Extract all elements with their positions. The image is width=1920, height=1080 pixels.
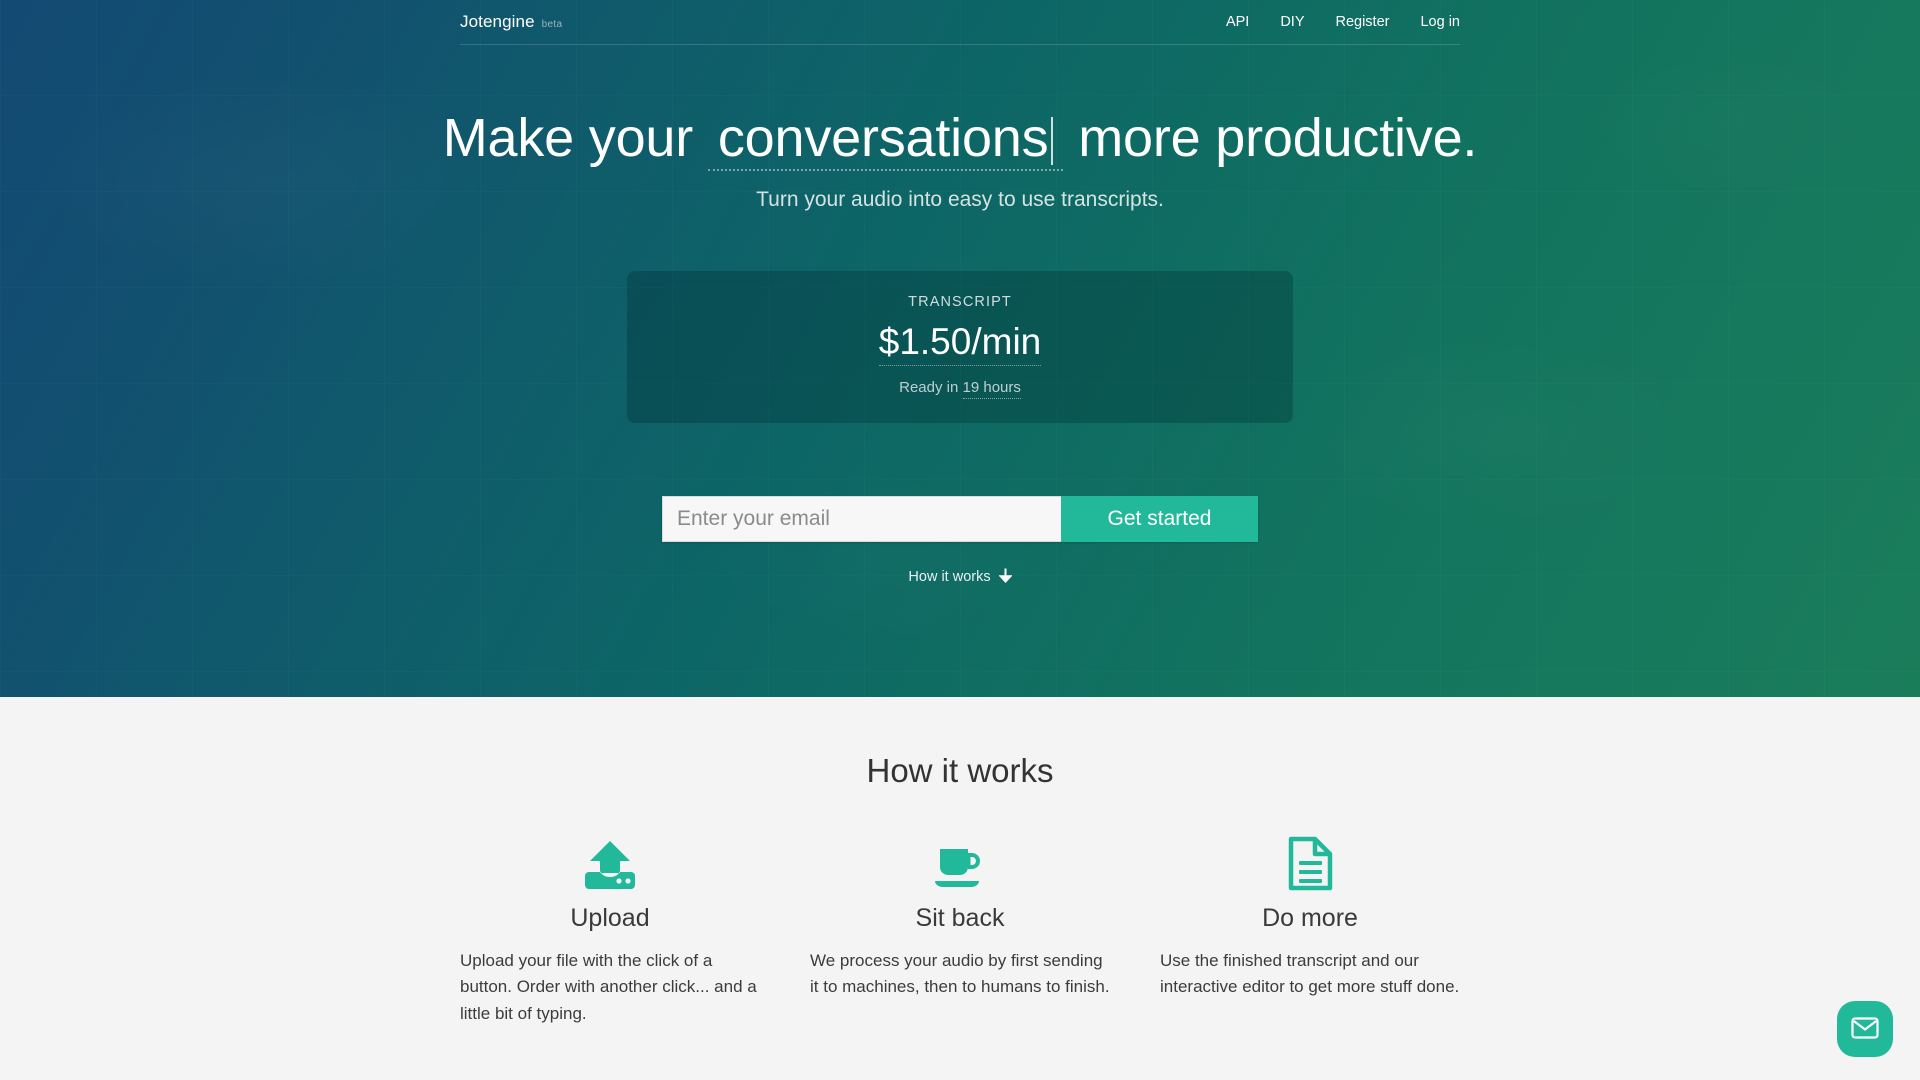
feature-title: Sit back — [915, 904, 1005, 932]
how-it-works-link[interactable]: How it works — [908, 568, 1013, 586]
hero-headline: Make your conversations more productive. — [0, 107, 1920, 172]
chat-support-button[interactable] — [1837, 1001, 1893, 1057]
how-it-works-link-label: How it works — [908, 569, 991, 586]
upload-icon — [460, 829, 760, 891]
top-navigation: Jotengine beta API DIY Register Log in — [460, 0, 1460, 45]
price-card-ready: Ready in 19 hours — [899, 379, 1021, 400]
feature-title: Do more — [1262, 904, 1358, 932]
nav-links: API DIY Register Log in — [1226, 15, 1460, 30]
price-ready-prefix: Ready in — [899, 379, 959, 397]
brand-logo[interactable]: Jotengine beta — [460, 12, 562, 32]
hero-subhead: Turn your audio into easy to use transcr… — [756, 188, 1164, 212]
feature-description: Use the finished transcript and our inte… — [1160, 951, 1460, 997]
price-card: TRANSCRIPT $1.50/min Ready in 19 hours — [627, 271, 1293, 424]
headline-before: Make your — [442, 108, 694, 168]
nav-link-login[interactable]: Log in — [1420, 15, 1460, 30]
nav-link-api[interactable]: API — [1226, 15, 1249, 30]
document-icon — [1160, 829, 1460, 891]
feature-sit-back: Sit back We process your audio by first … — [810, 829, 1110, 1027]
text-caret — [1051, 117, 1054, 165]
nav-link-register[interactable]: Register — [1335, 15, 1389, 30]
signup-form: Get started — [662, 496, 1258, 543]
get-started-button[interactable]: Get started — [1061, 496, 1258, 543]
price-card-label: TRANSCRIPT — [908, 293, 1012, 310]
landing-page: Jotengine beta API DIY Register Log in M… — [0, 0, 1920, 1080]
how-it-works-section: How it works Upload Upload your file wit… — [0, 697, 1920, 1080]
arrow-down-icon — [997, 568, 1013, 586]
how-it-works-title: How it works — [866, 752, 1054, 789]
feature-description: Upload your file with the click of a but… — [460, 951, 757, 1023]
hero-section: Jotengine beta API DIY Register Log in M… — [0, 0, 1920, 697]
features-row: Upload Upload your file with the click o… — [460, 829, 1460, 1027]
price-ready-value[interactable]: 19 hours — [962, 379, 1021, 400]
feature-upload: Upload Upload your file with the click o… — [460, 829, 760, 1027]
nav-link-diy[interactable]: DIY — [1280, 15, 1304, 30]
feature-description: We process your audio by first sending i… — [810, 951, 1110, 997]
brand-beta-tag: beta — [541, 19, 563, 30]
brand-name: Jotengine — [460, 12, 535, 31]
email-input[interactable] — [662, 496, 1061, 543]
headline-after: more productive. — [1078, 108, 1478, 168]
price-card-amount[interactable]: $1.50/min — [878, 321, 1042, 367]
headline-editable-text: conversations — [717, 108, 1049, 168]
headline-editable-word[interactable]: conversations — [707, 107, 1064, 172]
envelope-icon — [1851, 1016, 1879, 1042]
hero-content: Make your conversations more productive.… — [0, 107, 1920, 586]
feature-do-more: Do more Use the finished transcript and … — [1160, 829, 1460, 1027]
feature-title: Upload — [570, 904, 650, 932]
coffee-cup-icon — [810, 829, 1110, 891]
